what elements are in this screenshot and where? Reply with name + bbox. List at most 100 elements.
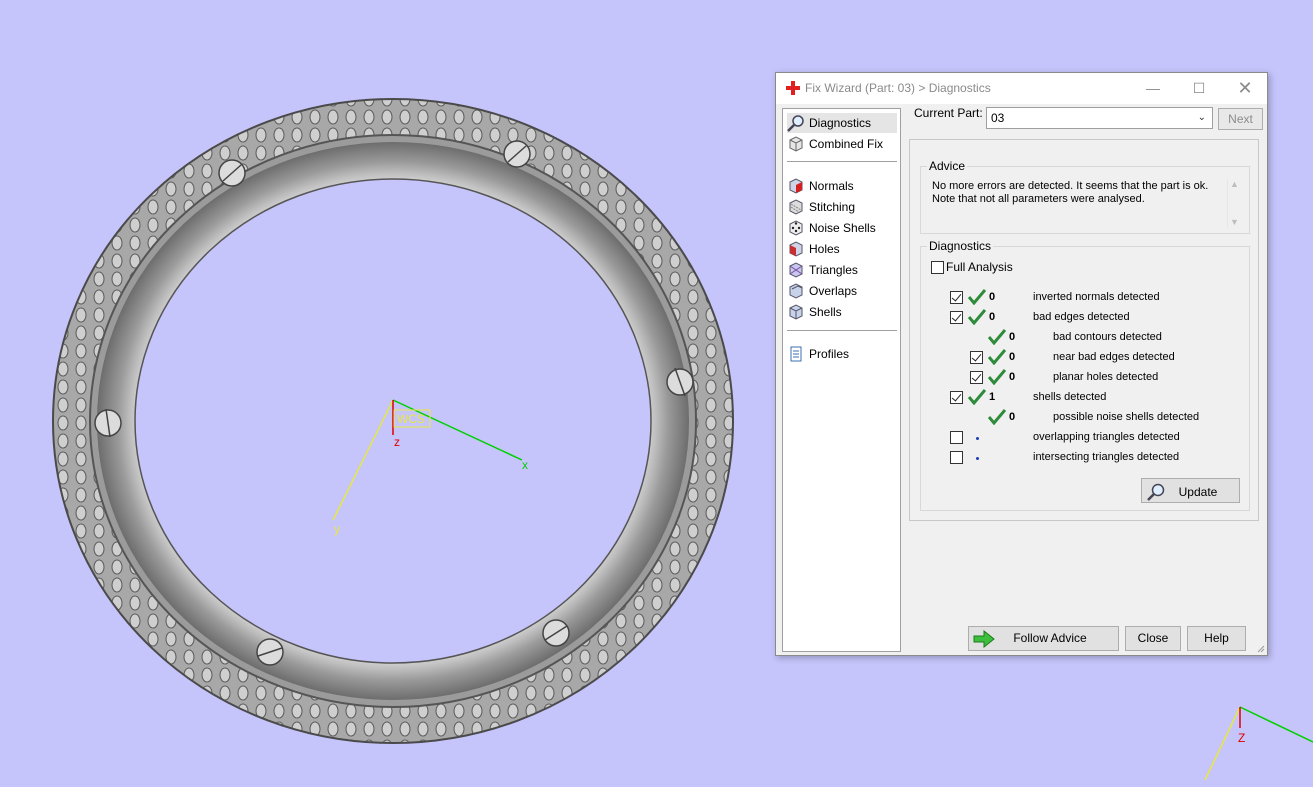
nav-item-holes[interactable]: Holes xyxy=(787,239,897,259)
nav-item-label: Noise Shells xyxy=(809,221,876,235)
axis-y-label: y xyxy=(334,522,340,536)
pending-dot-icon xyxy=(976,457,979,460)
scroll-up-icon[interactable]: ▲ xyxy=(1230,179,1239,189)
follow-advice-button[interactable]: Follow Advice xyxy=(968,626,1119,651)
nav-item-label: Diagnostics xyxy=(809,116,872,130)
overlapping-triangles-checkbox[interactable] xyxy=(950,431,963,444)
update-button[interactable]: Update xyxy=(1141,478,1240,503)
wizard-nav: Diagnostics Combined Fix Normals Stitchi… xyxy=(782,108,901,652)
holes-cube-icon xyxy=(789,241,803,257)
corner-axis-z-label: Z xyxy=(1238,731,1245,745)
axis-z-label: z xyxy=(394,435,400,449)
planar-holes-count: 0 xyxy=(1009,371,1016,383)
advice-text: No more errors are detected. It seems th… xyxy=(932,180,1209,205)
stitching-cube-icon xyxy=(789,199,803,215)
diagnostics-panel: Advice No more errors are detected. It s… xyxy=(909,139,1259,521)
checkmark-icon xyxy=(968,289,986,305)
current-part-label: Current Part: xyxy=(914,106,983,120)
advice-scrollbar[interactable]: ▲ ▼ xyxy=(1227,179,1241,227)
bad-contours-count: 0 xyxy=(1009,331,1016,343)
planar-holes-checkbox[interactable] xyxy=(970,371,983,384)
shells-cube-icon xyxy=(789,304,803,320)
arrow-right-icon xyxy=(973,630,995,648)
wcs-label: WCS xyxy=(397,412,425,426)
bad-contours-label: bad contours detected xyxy=(1053,331,1162,343)
nav-item-label: Combined Fix xyxy=(809,137,884,151)
full-analysis-checkbox[interactable] xyxy=(931,261,944,274)
nav-item-triangles[interactable]: Triangles xyxy=(787,260,897,280)
diagnostics-title: Diagnostics xyxy=(927,239,994,253)
corner-axis-triad: Z xyxy=(1204,706,1313,781)
checkmark-icon xyxy=(988,329,1006,345)
help-button[interactable]: Help xyxy=(1187,626,1246,651)
dialog-title: Fix Wizard (Part: 03) > Diagnostics xyxy=(805,81,991,95)
diagnostics-group: Diagnostics Full Analysis 0 inverted nor… xyxy=(920,239,1250,511)
inverted-normals-count: 0 xyxy=(989,291,996,303)
bad-edges-label: bad edges detected xyxy=(1033,311,1130,323)
nav-divider xyxy=(787,330,897,331)
title-bar[interactable]: Fix Wizard (Part: 03) > Diagnostics — ☐ … xyxy=(776,73,1267,104)
nav-divider xyxy=(787,161,897,162)
shells-label: shells detected xyxy=(1033,391,1107,403)
resize-grip-icon[interactable] xyxy=(1257,645,1265,653)
triangles-cube-icon xyxy=(789,262,803,278)
checkmark-icon xyxy=(968,309,986,325)
intersecting-triangles-checkbox[interactable] xyxy=(950,451,963,464)
close-window-button[interactable]: ✕ xyxy=(1222,73,1268,104)
nav-item-combined-fix[interactable]: Combined Fix xyxy=(787,134,897,154)
nav-item-stitching[interactable]: Stitching xyxy=(787,197,897,217)
nav-item-label: Holes xyxy=(809,242,840,256)
scroll-down-icon[interactable]: ▼ xyxy=(1230,217,1239,227)
noise-shells-label: possible noise shells detected xyxy=(1053,411,1200,423)
nav-item-profiles[interactable]: Profiles xyxy=(787,344,897,364)
normals-cube-icon xyxy=(789,178,803,194)
document-icon xyxy=(790,346,802,362)
inverted-normals-checkbox[interactable] xyxy=(950,291,963,304)
overlapping-triangles-label: overlapping triangles detected xyxy=(1033,431,1180,443)
near-bad-edges-count: 0 xyxy=(1009,351,1016,363)
current-part-select[interactable]: 03 ⌄ xyxy=(986,107,1213,129)
pending-dot-icon xyxy=(976,437,979,440)
checkmark-icon xyxy=(988,409,1006,425)
minimize-button[interactable]: — xyxy=(1130,73,1176,104)
fix-wizard-dialog: Fix Wizard (Part: 03) > Diagnostics — ☐ … xyxy=(775,72,1268,656)
inverted-normals-label: inverted normals detected xyxy=(1033,291,1160,303)
bad-edges-count: 0 xyxy=(989,311,996,323)
overlaps-cube-icon xyxy=(789,283,803,299)
nav-item-shells[interactable]: Shells xyxy=(787,302,897,322)
close-button[interactable]: Close xyxy=(1125,626,1181,651)
nav-item-label: Overlaps xyxy=(809,284,858,298)
shells-count: 1 xyxy=(989,391,996,403)
nav-item-label: Shells xyxy=(809,305,842,319)
advice-group: Advice No more errors are detected. It s… xyxy=(920,159,1250,234)
advice-title: Advice xyxy=(927,159,968,173)
checkmark-icon xyxy=(988,349,1006,365)
nav-item-diagnostics[interactable]: Diagnostics xyxy=(787,113,897,133)
nav-item-normals[interactable]: Normals xyxy=(787,176,897,196)
nav-item-label: Triangles xyxy=(809,263,858,277)
near-bad-edges-label: near bad edges detected xyxy=(1053,351,1175,363)
nav-item-overlaps[interactable]: Overlaps xyxy=(787,281,897,301)
nav-item-noise-shells[interactable]: Noise Shells xyxy=(787,218,897,238)
maximize-button[interactable]: ☐ xyxy=(1176,73,1222,104)
checkmark-icon xyxy=(968,389,986,405)
near-bad-edges-checkbox[interactable] xyxy=(970,351,983,364)
full-analysis-label: Full Analysis xyxy=(946,260,1013,274)
axis-x-label: x xyxy=(522,458,528,472)
red-cross-icon xyxy=(786,81,800,95)
follow-advice-label: Follow Advice xyxy=(1013,631,1087,645)
chevron-down-icon: ⌄ xyxy=(1197,112,1206,123)
bad-edges-checkbox[interactable] xyxy=(950,311,963,324)
nav-item-label: Normals xyxy=(809,179,854,193)
checkmark-icon xyxy=(988,369,1006,385)
noise-shells-count: 0 xyxy=(1009,411,1016,423)
intersecting-triangles-label: intersecting triangles detected xyxy=(1033,451,1180,463)
dice-icon xyxy=(789,220,803,236)
nav-item-label: Profiles xyxy=(809,347,850,361)
magnifier-icon xyxy=(1147,483,1165,501)
cube-icon xyxy=(789,136,803,152)
nav-item-label: Stitching xyxy=(809,200,856,214)
shells-checkbox[interactable] xyxy=(950,391,963,404)
next-button[interactable]: Next xyxy=(1218,108,1263,130)
update-label: Update xyxy=(1178,485,1218,499)
